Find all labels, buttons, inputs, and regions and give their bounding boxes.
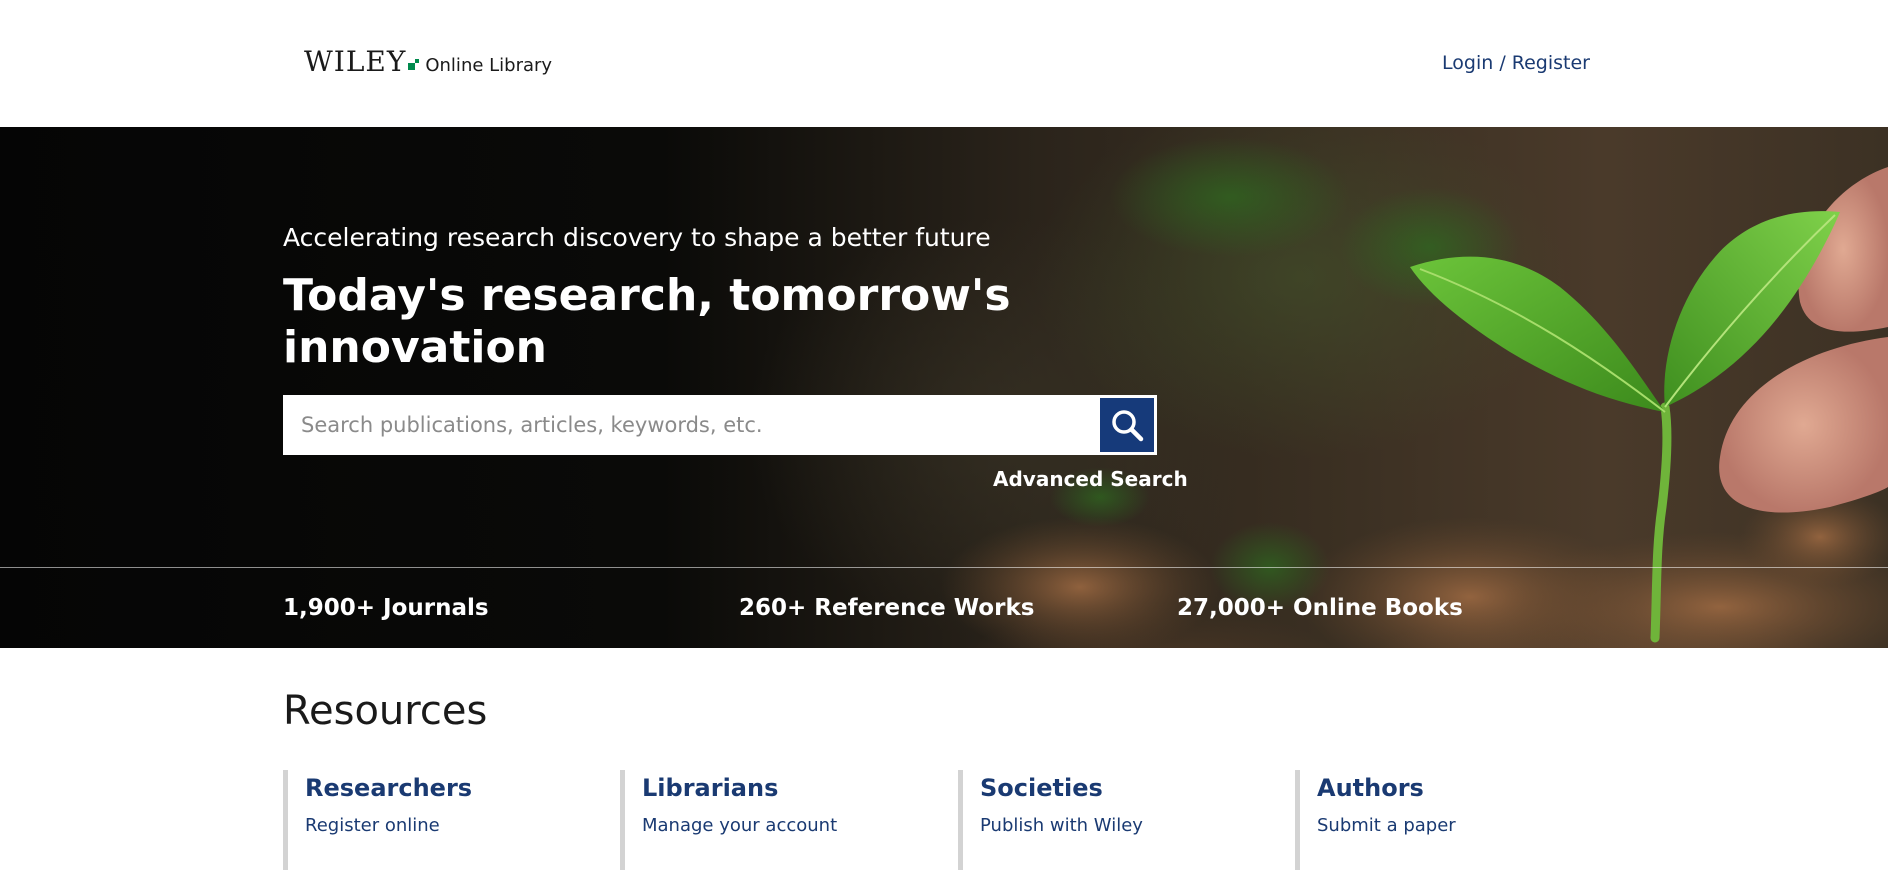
resource-heading: Librarians xyxy=(642,774,779,802)
resource-column-societies: Societies Publish with Wiley xyxy=(958,770,1258,870)
stat-reference-works[interactable]: 260+ Reference Works xyxy=(739,595,1034,621)
logo-wordmark: WILEY xyxy=(304,45,407,78)
resource-heading: Authors xyxy=(1317,774,1424,802)
resource-column-authors: Authors Submit a paper xyxy=(1295,770,1595,870)
resource-heading: Researchers xyxy=(305,774,473,802)
stat-online-books[interactable]: 27,000+ Online Books xyxy=(1177,595,1463,621)
resources-title: Resources xyxy=(283,688,488,734)
site-header: WILEY Online Library Login / Register xyxy=(0,0,1888,127)
resource-heading: Societies xyxy=(980,774,1103,802)
resource-link[interactable]: Register online xyxy=(305,815,583,836)
search-input[interactable] xyxy=(283,395,1097,455)
advanced-search-link[interactable]: Advanced Search xyxy=(993,467,1188,491)
stat-journals[interactable]: 1,900+ Journals xyxy=(283,595,489,621)
login-register-link[interactable]: Login / Register xyxy=(1442,52,1590,74)
seedling-photo xyxy=(940,137,1888,648)
logo-subtitle: Online Library xyxy=(425,55,553,76)
hero-title: Today's research, tomorrow's innovation xyxy=(283,270,1011,373)
logo-dots-icon xyxy=(407,59,420,71)
search-icon xyxy=(1112,410,1144,442)
resource-link[interactable]: Publish with Wiley xyxy=(980,815,1258,836)
search-button[interactable] xyxy=(1099,397,1155,453)
wiley-online-library-logo[interactable]: WILEY Online Library xyxy=(304,45,553,78)
resource-link[interactable]: Manage your account xyxy=(642,815,920,836)
search-bar xyxy=(283,395,1157,455)
hero-banner: Accelerating research discovery to shape… xyxy=(0,127,1888,648)
stats-divider xyxy=(0,567,1888,568)
resource-link[interactable]: Submit a paper xyxy=(1317,815,1595,836)
resource-column-researchers: Researchers Register online xyxy=(283,770,583,870)
hero-tagline: Accelerating research discovery to shape… xyxy=(283,223,991,252)
resource-column-librarians: Librarians Manage your account xyxy=(620,770,920,870)
